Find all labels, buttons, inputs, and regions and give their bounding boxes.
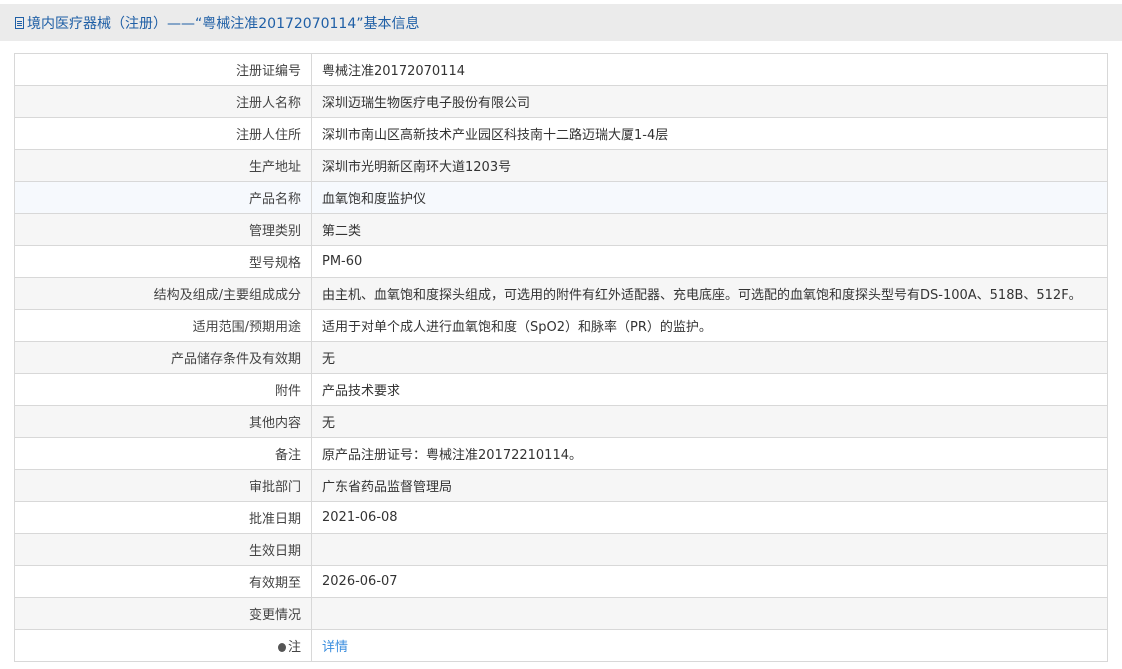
field-label: 注册人名称 — [14, 85, 312, 118]
field-value: 深圳市南山区高新技术产业园区科技南十二路迈瑞大厦1-4层 — [311, 117, 1108, 150]
field-value: PM-60 — [311, 245, 1108, 278]
field-label: 备注 — [14, 437, 312, 470]
field-value: 深圳迈瑞生物医疗电子股份有限公司 — [311, 85, 1108, 118]
field-label: 结构及组成/主要组成成分 — [14, 277, 312, 310]
field-label: 型号规格 — [14, 245, 312, 278]
field-value: 深圳市光明新区南环大道1203号 — [311, 149, 1108, 182]
field-label: 附件 — [14, 373, 312, 406]
table-row: 注册证编号 粤械注准20172070114 — [14, 53, 1108, 86]
table-row: 管理类别 第二类 — [14, 213, 1108, 246]
page-title: 境内医疗器械（注册）——“粤械注准20172070114”基本信息 — [27, 15, 420, 32]
table-row: 审批部门 广东省药品监督管理局 — [14, 469, 1108, 502]
note-label: 注 — [287, 640, 301, 655]
table-row: 结构及组成/主要组成成分 由主机、血氧饱和度探头组成，可选用的附件有红外适配器、充… — [14, 277, 1108, 310]
field-value: 无 — [311, 341, 1108, 374]
field-value: 2026-06-07 — [311, 565, 1108, 598]
field-value: 产品技术要求 — [311, 373, 1108, 406]
field-label: 变更情况 — [14, 597, 312, 630]
field-label: 适用范围/预期用途 — [14, 309, 312, 342]
table-row: 注册人住所 深圳市南山区高新技术产业园区科技南十二路迈瑞大厦1-4层 — [14, 117, 1108, 150]
field-value — [311, 597, 1108, 630]
field-label: 注册人住所 — [14, 117, 312, 150]
table-row: 变更情况 — [14, 597, 1108, 630]
table-row: 有效期至 2026-06-07 — [14, 565, 1108, 598]
table-row: 型号规格 PM-60 — [14, 245, 1108, 278]
field-value: 原产品注册证号：粤械注准20172210114。 — [311, 437, 1108, 470]
table-row: 附件 产品技术要求 — [14, 373, 1108, 406]
table-row: 备注 原产品注册证号：粤械注准20172210114。 — [14, 437, 1108, 470]
field-value: 2021-06-08 — [311, 501, 1108, 534]
document-icon — [15, 16, 24, 29]
field-label: 管理类别 — [14, 213, 312, 246]
field-label: 其他内容 — [14, 405, 312, 438]
field-label: 产品名称 — [14, 181, 312, 214]
page-header: 境内医疗器械（注册）——“粤械注准20172070114”基本信息 — [0, 4, 1122, 41]
table-row: 生产地址 深圳市光明新区南环大道1203号 — [14, 149, 1108, 182]
field-label: 注册证编号 — [14, 53, 312, 86]
table-row: 注 详情 — [14, 629, 1108, 662]
table-row: 注册人名称 深圳迈瑞生物医疗电子股份有限公司 — [14, 85, 1108, 118]
field-value: 适用于对单个成人进行血氧饱和度（SpO2）和脉率（PR）的监护。 — [311, 309, 1108, 342]
details-link[interactable]: 详情 — [322, 640, 348, 655]
pin-icon — [277, 643, 286, 652]
field-label: 生产地址 — [14, 149, 312, 182]
field-value: 广东省药品监督管理局 — [311, 469, 1108, 502]
field-label: 注 — [14, 629, 312, 662]
field-label: 有效期至 — [14, 565, 312, 598]
table-row: 产品名称 血氧饱和度监护仪 — [14, 181, 1108, 214]
table-row: 生效日期 — [14, 533, 1108, 566]
field-value — [311, 533, 1108, 566]
field-value: 第二类 — [311, 213, 1108, 246]
table-row: 产品储存条件及有效期无 — [14, 341, 1108, 374]
table-row: 适用范围/预期用途 适用于对单个成人进行血氧饱和度（SpO2）和脉率（PR）的监护… — [14, 309, 1108, 342]
field-value: 血氧饱和度监护仪 — [311, 181, 1108, 214]
field-value: 粤械注准20172070114 — [311, 53, 1108, 86]
field-label: 生效日期 — [14, 533, 312, 566]
field-label: 产品储存条件及有效期 — [14, 341, 312, 374]
info-table: 注册证编号 粤械注准20172070114 注册人名称 深圳迈瑞生物医疗电子股份有限公… — [14, 53, 1108, 662]
field-value: 无 — [311, 405, 1108, 438]
field-value: 由主机、血氧饱和度探头组成，可选用的附件有红外适配器、充电底座。可选配的血氧饱和… — [311, 277, 1108, 310]
field-label: 审批部门 — [14, 469, 312, 502]
field-label: 批准日期 — [14, 501, 312, 534]
table-row: 批准日期 2021-06-08 — [14, 501, 1108, 534]
table-row: 其他内容无 — [14, 405, 1108, 438]
